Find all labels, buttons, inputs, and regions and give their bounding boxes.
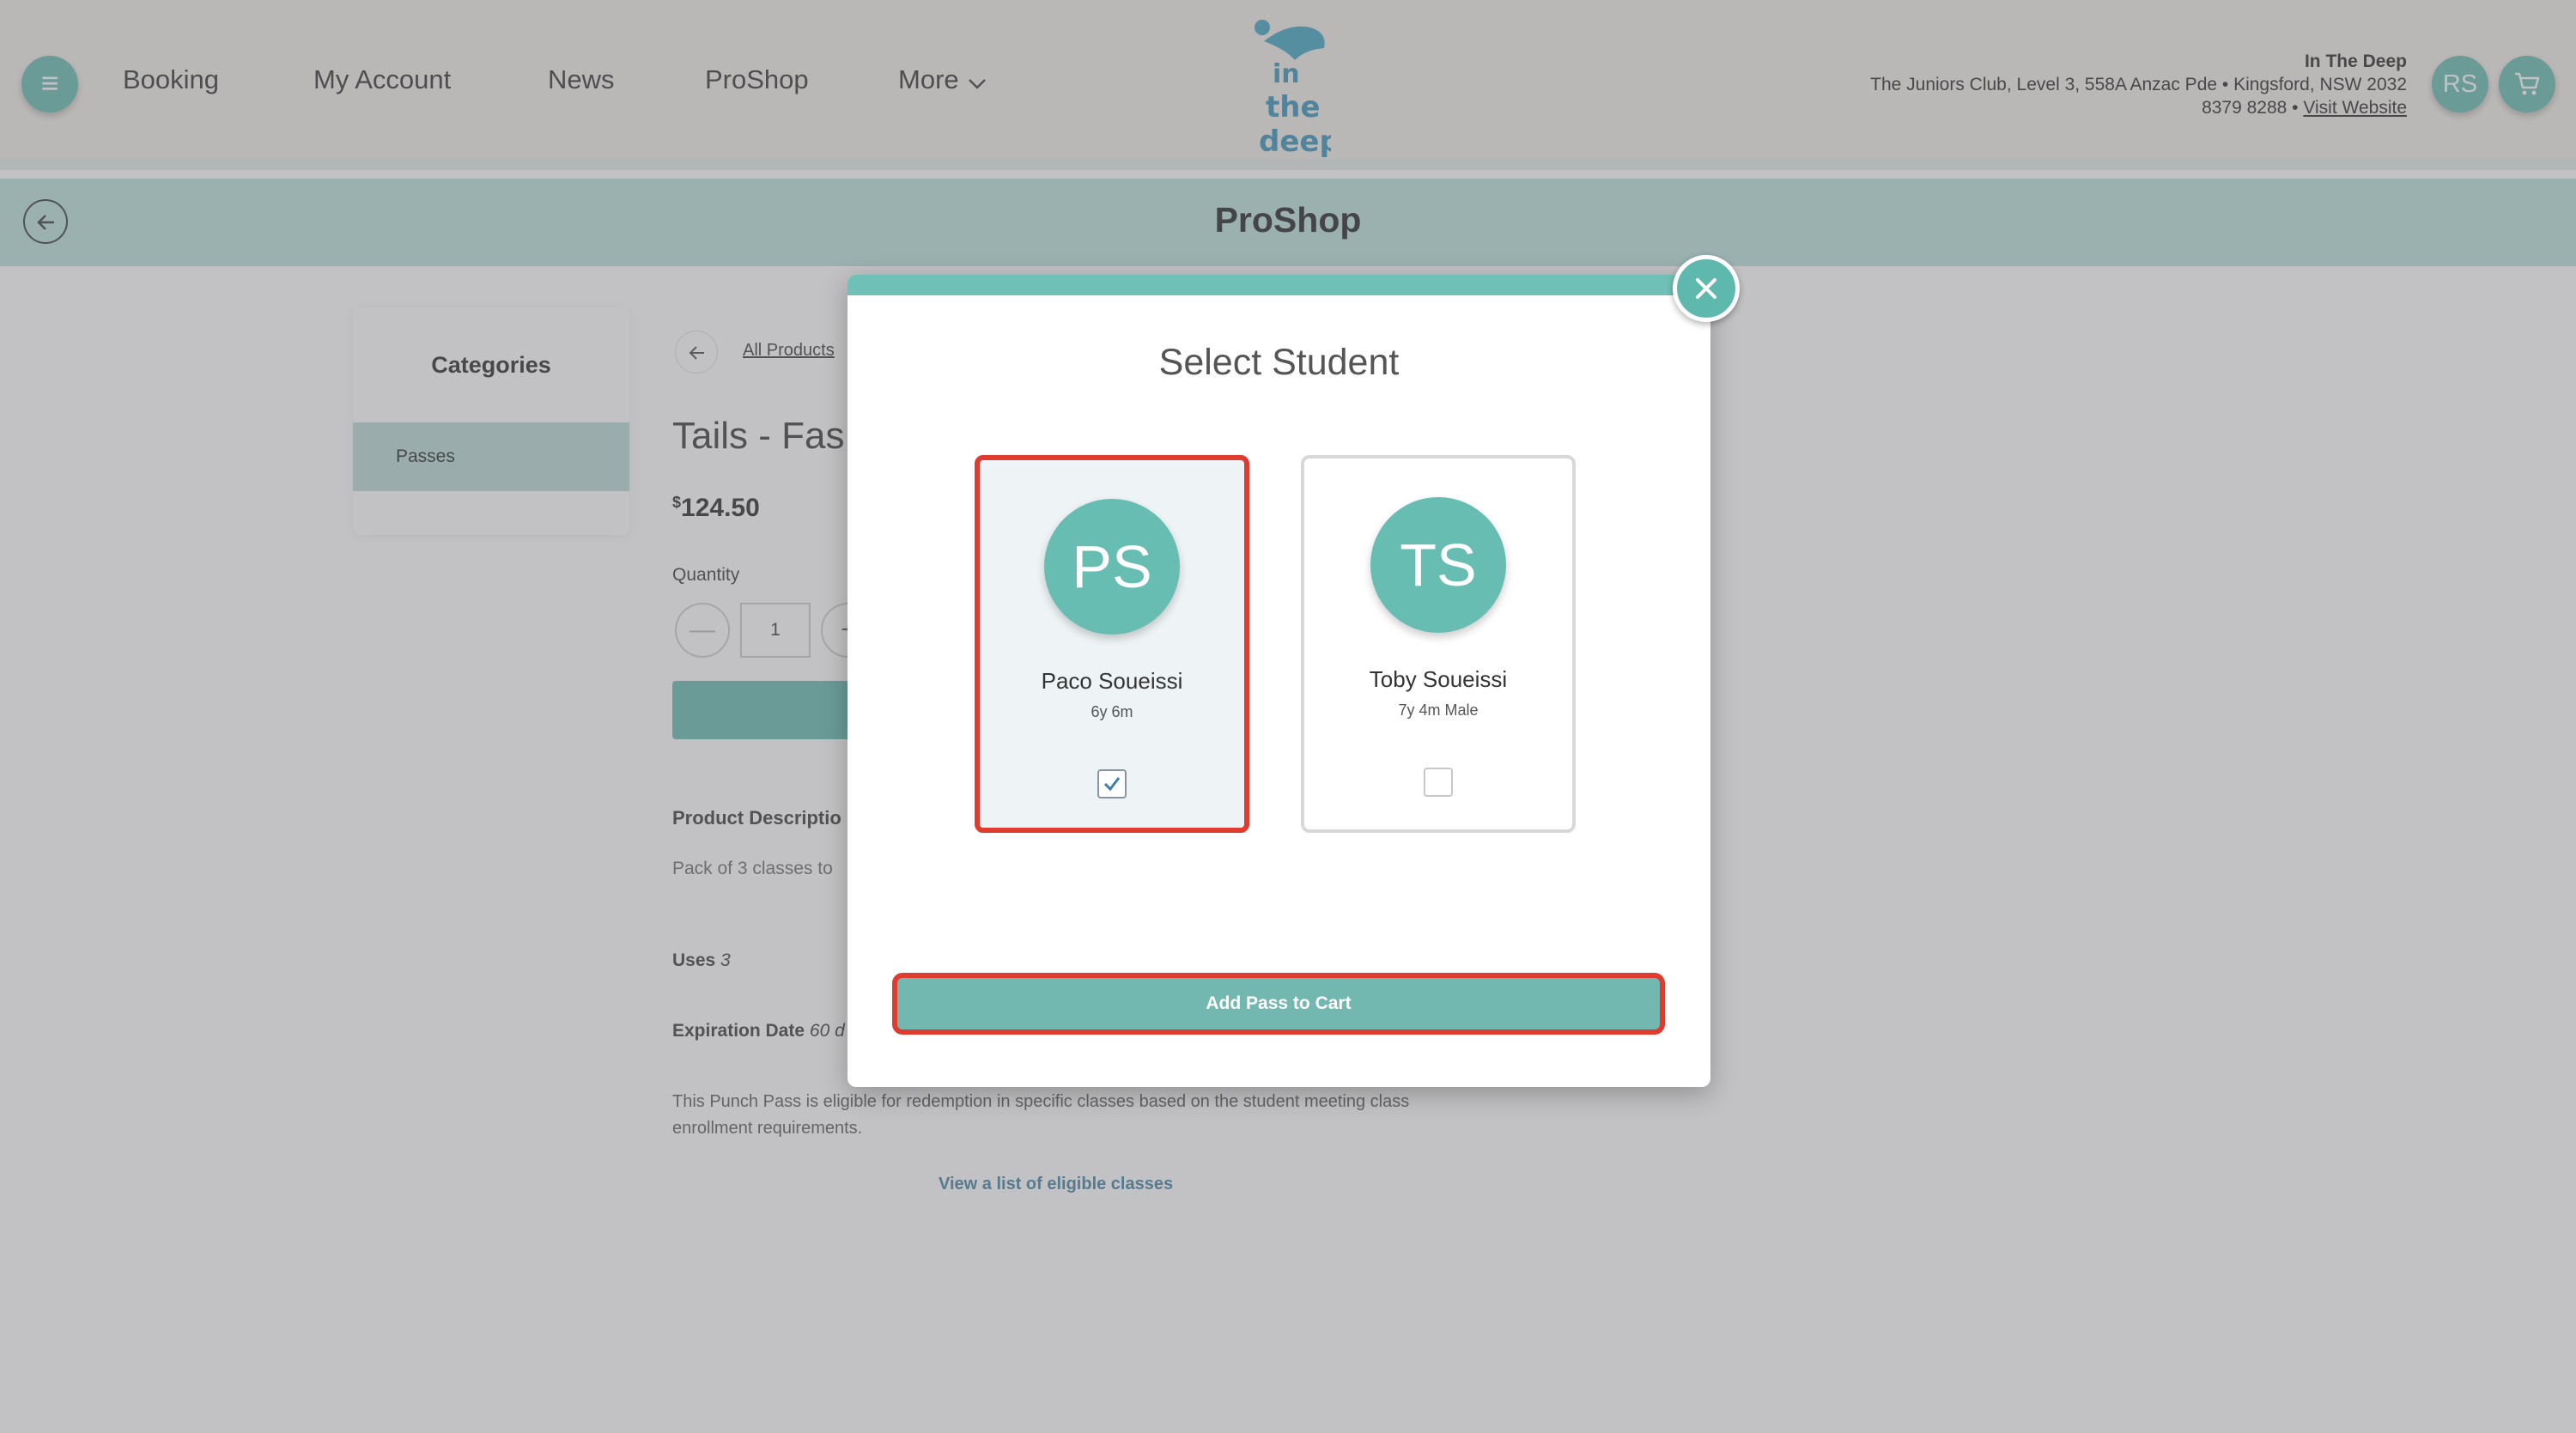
- select-student-modal: Select Student PS Paco Soueissi 6y 6m TS…: [848, 275, 1710, 1087]
- modal-accent-bar: [848, 275, 1710, 295]
- student-checkbox[interactable]: [1424, 768, 1453, 797]
- close-icon: [1696, 278, 1716, 299]
- modal-title: Select Student: [1158, 342, 1400, 383]
- student-age: 6y 6m: [1091, 703, 1133, 720]
- modal-close-button[interactable]: [1673, 255, 1740, 322]
- student-name: Toby Soueissi: [1369, 666, 1508, 692]
- student-checkbox[interactable]: [1097, 769, 1127, 798]
- student-avatar: PS: [1044, 499, 1180, 635]
- checkmark-icon: [1103, 777, 1121, 792]
- student-card-paco[interactable]: PS Paco Soueissi 6y 6m: [975, 455, 1249, 833]
- student-name: Paco Soueissi: [1041, 668, 1183, 694]
- student-avatar: TS: [1370, 497, 1506, 633]
- student-age: 7y 4m Male: [1398, 701, 1479, 719]
- add-pass-to-cart-button[interactable]: Add Pass to Cart: [892, 973, 1665, 1035]
- student-card-toby[interactable]: TS Toby Soueissi 7y 4m Male: [1301, 455, 1576, 833]
